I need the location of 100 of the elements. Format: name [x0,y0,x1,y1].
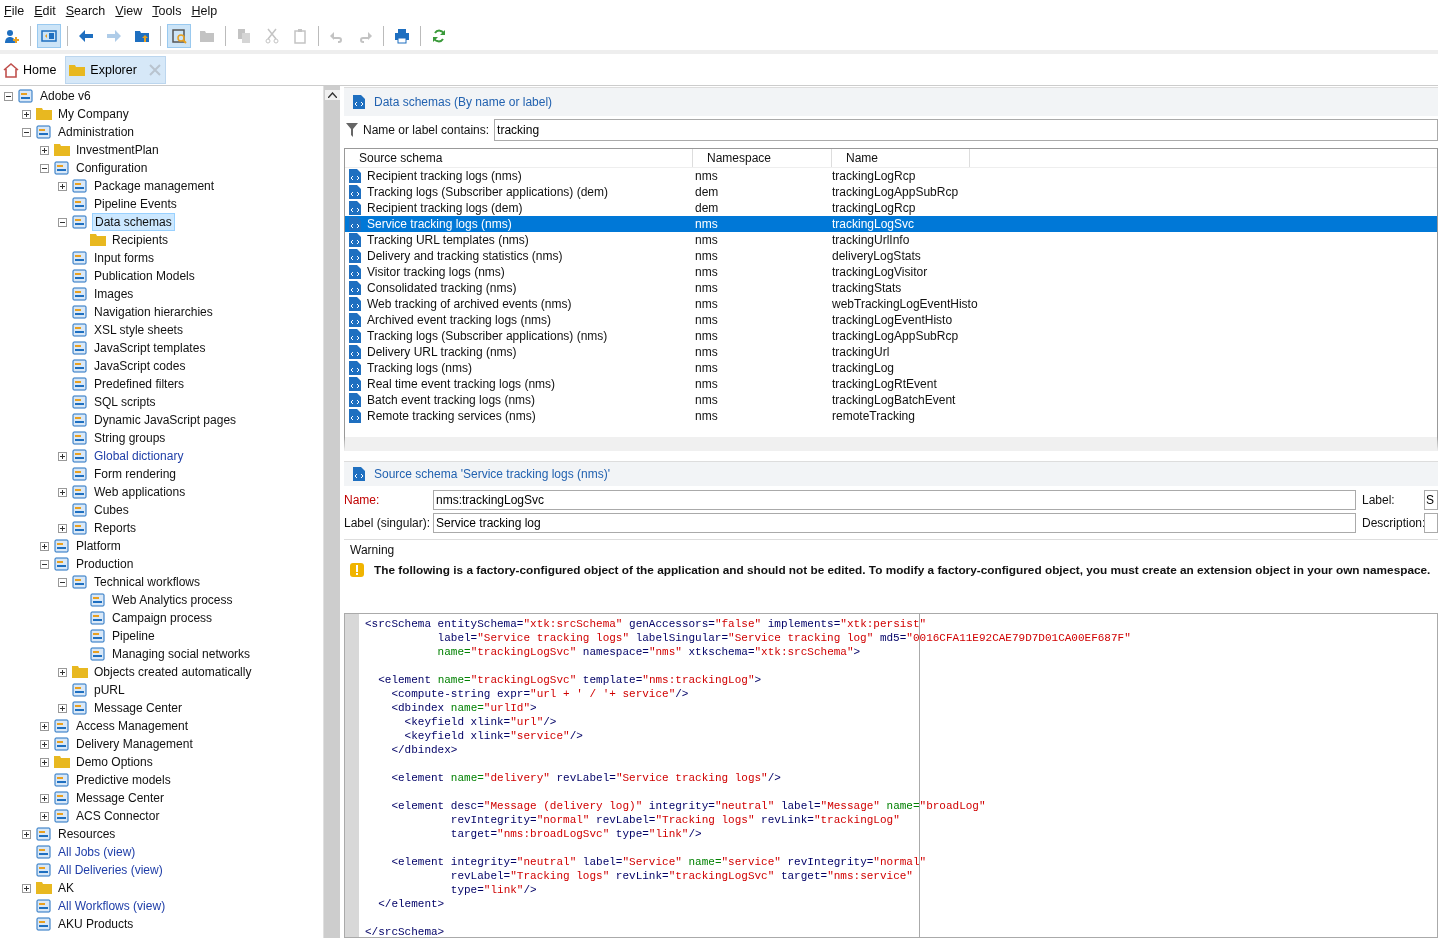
collapse-icon[interactable] [4,91,13,101]
tree-item[interactable]: Pipeline [110,628,157,644]
panel-button[interactable] [37,24,61,48]
column-header[interactable]: Name [832,149,970,167]
tree-item[interactable]: Message Center [92,700,185,716]
expand-icon[interactable] [40,793,49,803]
collapse-icon[interactable] [40,559,49,569]
menu-item[interactable]: Search [63,4,114,18]
table-row[interactable]: Tracking URL templates (nms) nms trackingUrlInfo [345,232,1437,248]
expand-icon[interactable] [22,109,31,119]
menu-item[interactable]: Edit [32,4,64,18]
tree-item[interactable]: ACS Connector [74,808,162,824]
collapse-icon[interactable] [22,127,31,137]
tree-item[interactable]: Access Management [74,718,191,734]
expand-icon[interactable] [22,883,31,893]
expand-icon[interactable] [40,739,49,749]
table-row[interactable]: Delivery URL tracking (nms) nms trackingUrl [345,344,1437,360]
singular-label-field[interactable]: Service tracking log [433,513,1356,533]
tree-item[interactable]: Dynamic JavaScript pages [92,412,239,428]
table-row[interactable]: Real time event tracking logs (nms) nms trackingLogRtEvent [345,376,1437,392]
collapse-icon[interactable] [58,217,67,227]
tree-item[interactable]: Production [74,556,136,572]
tree-item[interactable]: AK [56,880,76,896]
tree-item[interactable]: Navigation hierarchies [92,304,215,320]
tree-item[interactable]: My Company [56,106,131,122]
expand-icon[interactable] [40,145,49,155]
tree-item[interactable]: Pipeline Events [92,196,179,212]
expand-icon[interactable] [58,523,67,533]
table-row[interactable]: Tracking logs (nms) nms trackingLog [345,360,1437,376]
name-field[interactable]: nms:trackingLogSvc [433,490,1356,510]
table-row[interactable]: Tracking logs (Subscriber applications) (dem) dem trackingLogAppSubRcp [345,184,1437,200]
tree-item[interactable]: Adobe v6 [38,88,93,104]
tree-item[interactable]: Predictive models [74,772,173,788]
tree-item[interactable]: JavaScript codes [92,358,188,374]
scrollbar[interactable] [323,86,340,938]
tree-item[interactable]: Demo Options [74,754,155,770]
tree-item[interactable]: Publication Models [92,268,197,284]
expand-icon[interactable] [58,451,67,461]
search-button[interactable] [167,24,191,48]
expand-icon[interactable] [40,721,49,731]
table-row[interactable]: Recipient tracking logs (dem) dem trackingLogRcp [345,200,1437,216]
menu-item[interactable]: Help [189,4,226,18]
tree-item[interactable]: All Deliveries (view) [56,862,165,878]
expand-icon[interactable] [58,181,67,191]
table-row[interactable]: Batch event tracking logs (nms) nms trackingLogBatchEvent [345,392,1437,408]
tree-item[interactable]: Form rendering [92,466,179,482]
tree-item[interactable]: Package management [92,178,217,194]
tree-item[interactable]: All Jobs (view) [56,844,138,860]
code-editor[interactable] [344,613,1438,938]
tree-item[interactable]: Managing social networks [110,646,253,662]
label-field[interactable]: S [1424,490,1438,510]
column-header[interactable]: Source schema [345,149,693,167]
tree-item[interactable]: pURL [92,682,127,698]
tree-item[interactable]: XSL style sheets [92,322,185,338]
tree-item[interactable]: Global dictionary [92,448,186,464]
expand-icon[interactable] [58,667,67,677]
tree-item[interactable]: Message Center [74,790,167,806]
tree-item[interactable]: Configuration [74,160,150,176]
tree-item[interactable]: All Workflows (view) [56,898,168,914]
tree-item[interactable]: Reports [92,520,139,536]
table-row[interactable]: Visitor tracking logs (nms) nms trackingLogVisitor [345,264,1437,280]
expand-icon[interactable] [58,703,67,713]
expand-icon[interactable] [40,541,49,551]
tree-item[interactable]: SQL scripts [92,394,158,410]
table-row[interactable]: Web tracking of archived events (nms) nms webTrackingLogEventHisto [345,296,1437,312]
collapse-icon[interactable] [58,577,67,587]
tree-item[interactable]: JavaScript templates [92,340,208,356]
collapse-icon[interactable] [40,163,49,173]
tree-item[interactable]: Images [92,286,136,302]
up-arrow-icon[interactable] [324,90,340,100]
tree-item[interactable]: Recipients [110,232,171,248]
tree-item[interactable]: AKU Products [56,916,136,932]
tab[interactable]: Explorer [65,55,166,84]
tree-item[interactable]: Predefined filters [92,376,187,392]
tree-item[interactable]: Objects created automatically [92,664,254,680]
table-row[interactable]: Service tracking logs (nms) nms trackingLogSvc [345,216,1437,232]
expand-icon[interactable] [22,829,31,839]
tree-item[interactable]: Delivery Management [74,736,195,752]
expand-icon[interactable] [58,487,67,497]
filter-field[interactable]: tracking [494,119,1438,141]
column-header[interactable]: Namespace [693,149,832,167]
tree-item[interactable]: Campaign process [110,610,215,626]
menu-item[interactable]: Tools [150,4,190,18]
tree-item[interactable]: Data schemas [92,213,175,231]
table-row[interactable]: Archived event tracking logs (nms) nms trackingLogEventHisto [345,312,1437,328]
table-row[interactable]: Remote tracking services (nms) nms remoteTracking [345,408,1437,424]
tree-item[interactable]: String groups [92,430,168,446]
tab[interactable]: Home [0,55,62,84]
tree-item[interactable]: Administration [56,124,137,140]
expand-icon[interactable] [40,757,49,767]
tree-item[interactable]: Cubes [92,502,131,518]
table-row[interactable]: Recipient tracking logs (nms) nms trackingLogRcp [345,168,1437,184]
tree-item[interactable]: Technical workflows [92,574,203,590]
menu-item[interactable]: File [2,4,33,18]
tree-item[interactable]: InvestmentPlan [74,142,161,158]
tree-item[interactable]: Input forms [92,250,157,266]
tree-item[interactable]: Web applications [92,484,188,500]
description-field[interactable] [1424,513,1438,533]
table-row[interactable]: Consolidated tracking (nms) nms trackingStats [345,280,1437,296]
menu-item[interactable]: View [113,4,151,18]
